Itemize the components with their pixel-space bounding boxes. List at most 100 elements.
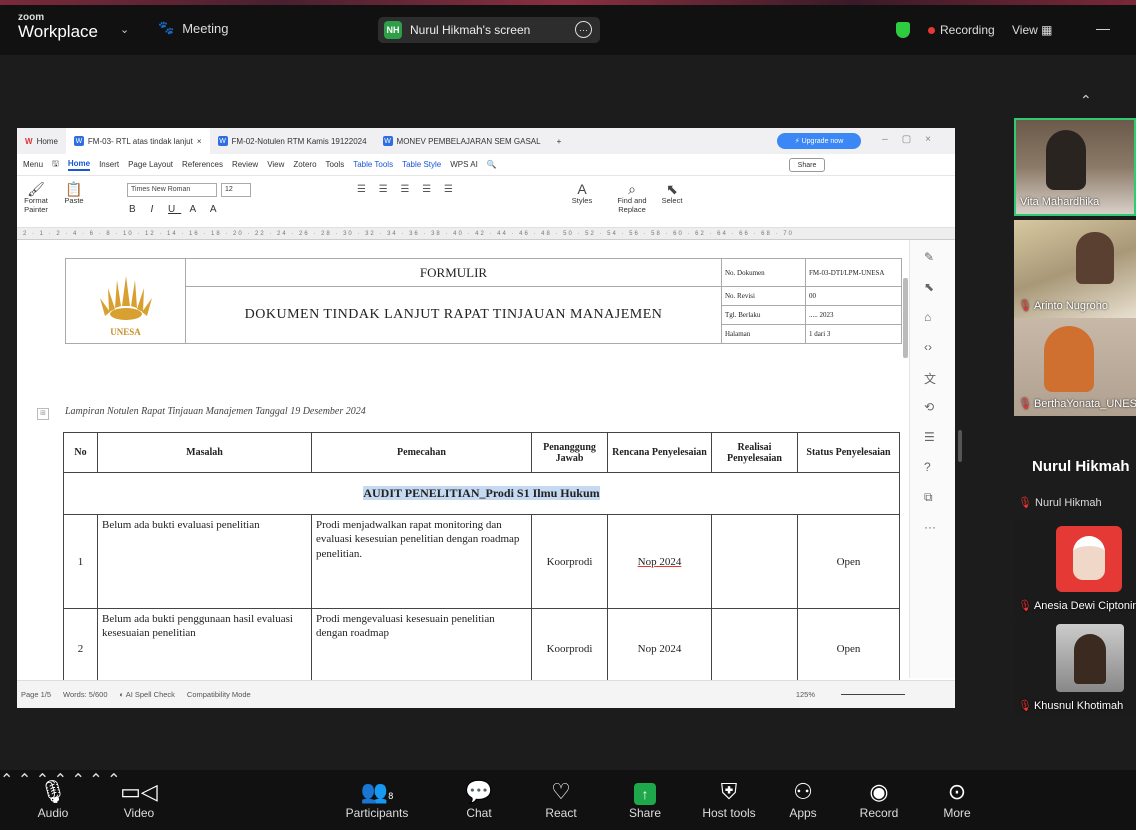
chevron-up-icon[interactable]: ⌃ [0,772,13,789]
close-icon[interactable]: × [197,137,202,146]
search-icon[interactable]: 🔍 [487,160,497,169]
menu-item-insert[interactable]: Insert [99,160,119,169]
participant-name-text: Arinto Nugroho [1033,300,1108,312]
translate-icon[interactable]: 文 [924,370,936,387]
zoom-window: zoom Workplace ⌄ 🐾 Meeting NH Nurul Hikm… [0,0,1136,830]
more-icon[interactable]: ··· [575,21,592,38]
menu-item-view[interactable]: View [267,160,284,169]
minimize-icon[interactable]: — [1096,20,1110,36]
zoom-level[interactable]: 125% [796,690,815,699]
tab-doc-1[interactable]: W FM-03- RTL atas tindak lanjut × [65,128,210,154]
window-controls[interactable]: –▢× [882,134,945,145]
chat-label: Chat [466,806,492,820]
spell-check-toggle[interactable]: ◐ AI Spell Check [120,690,175,699]
menu-item-tools[interactable]: Tools [326,160,345,169]
menu-item-review[interactable]: Review [232,160,258,169]
participant-name: Vita Mahardhika [1020,196,1099,208]
document-page[interactable]: UNESA FORMULIR No. Dokumen FM-03-DTI/LPM… [17,240,907,689]
video-icon: ▭◁ [120,779,158,804]
row-realisasi [711,514,798,609]
share-title: Nurul Hikmah's screen [410,23,531,37]
menu-item-zotero[interactable]: Zotero [293,160,316,169]
document-title: DOKUMEN TINDAK LANJUT RAPAT TINJAUAN MAN… [185,286,722,344]
record-dot-icon [928,26,935,34]
menu-item-table-style[interactable]: Table Style [402,160,441,169]
header-cell: Masalah [97,432,312,473]
participant-tile[interactable]: 🎙 Arinto Nugroho [1014,220,1136,318]
chevron-up-icon[interactable]: ⌃ [89,772,102,789]
select-button[interactable]: ⬉ Select [657,182,687,205]
host-tools-button[interactable]: ⛨ Host tools [694,778,764,820]
font-size-select[interactable]: 12 [221,183,251,197]
help-icon[interactable]: ? [924,460,931,474]
paste-button[interactable]: 📋 Paste [59,182,89,205]
participants-button[interactable]: 👥8 Participants [340,778,414,820]
participant-video [1046,130,1086,190]
more-button[interactable]: ⊙ More [922,778,992,820]
paragraph-buttons[interactable]: ☰ ☰ ☰ ☰ ☰ [357,184,547,196]
find-replace-button[interactable]: ⌕ Find and Replace [615,182,649,214]
video-button[interactable]: ▭◁ Video [104,778,174,820]
participant-tile[interactable]: 🎙 Anesia Dewi Ciptonin [1014,520,1136,618]
tab-home[interactable]: W Home [17,128,66,154]
chevron-down-icon[interactable]: ⌄ [120,23,129,36]
font-name-select[interactable]: Times New Roman [127,183,217,197]
zoom-header: zoom Workplace ⌄ 🐾 Meeting NH Nurul Hikm… [0,5,1136,55]
upgrade-button[interactable]: ⚡ Upgrade now [777,133,861,149]
chevron-up-icon[interactable]: ⌃ [1080,92,1092,109]
apps-button[interactable]: ⚇ Apps [768,778,838,820]
audio-button[interactable]: 🎙 Audio [18,778,88,820]
tab-doc-2[interactable]: W FM-02-Notulen RTM Kamis 19122024 [210,128,375,154]
menu-item-wps-ai[interactable]: WPS AI [450,160,478,169]
table-handle-icon[interactable]: ⊞ [37,408,49,420]
row-pj: Koorprodi [531,608,608,689]
view-button[interactable]: View ▦ [1012,23,1052,37]
meeting-button[interactable]: 🐾 Meeting [158,20,228,36]
share-button[interactable]: ↑ Share [610,778,680,820]
audio-label: Audio [37,806,69,820]
layout-icon[interactable]: ☰ [924,430,935,444]
chat-button[interactable]: 💬 Chat [444,778,514,820]
mic-muted-icon: 🎙 [1018,600,1032,612]
menu-item-references[interactable]: References [182,160,223,169]
clipboard-icon: 📋 [65,181,83,197]
menu-item-page-layout[interactable]: Page Layout [128,160,173,169]
new-tab-button[interactable]: + [549,128,570,154]
bookmark-icon[interactable]: ⌂ [924,310,931,324]
row-masalah: Belum ada bukti penggunaan hasil evaluas… [97,608,312,689]
panel-resize-handle[interactable] [958,430,962,462]
styles-button[interactable]: A Styles [567,182,597,205]
section-title: AUDIT PENELITIAN_Prodi S1 Ilmu Hukum [363,486,600,500]
menu-item-menu[interactable]: Menu [23,160,43,169]
participant-tile[interactable]: Vita Mahardhika [1014,118,1136,216]
logo-text: UNESA [110,326,141,337]
react-button[interactable]: ♡ React [526,778,596,820]
participant-tile[interactable]: 🎙 Khusnul Khotimah [1014,620,1136,718]
participant-video [1076,232,1114,284]
participant-tile[interactable]: 🎙 BerthaYonata_UNESA [1014,318,1136,416]
code-icon[interactable]: ‹› [924,340,932,354]
vertical-scrollbar[interactable] [903,278,908,358]
screen-share-pill[interactable]: NH Nurul Hikmah's screen ··· [378,17,600,43]
menu-item-table-tools[interactable]: Table Tools [353,160,393,169]
record-button[interactable]: ◉ Record [844,778,914,820]
more-icon[interactable]: ··· [924,520,936,534]
search-icon: ⌕ [628,181,636,197]
tab-doc-3[interactable]: W MONEV PEMBELAJARAN SEM GASAL [375,128,549,154]
text-format-buttons[interactable]: B I U A A [129,204,319,216]
shield-icon[interactable] [896,22,910,38]
recording-indicator[interactable]: Recording [928,23,995,37]
history-icon[interactable]: ⟲ [924,400,934,414]
table-row: 1 Belum ada bukti evaluasi penelitian Pr… [63,514,900,609]
zoom-slider[interactable] [841,694,905,695]
pointer-icon[interactable]: ⬉ [924,280,934,294]
video-label: Video [123,806,155,820]
save-icon[interactable]: 🖫 [52,158,59,172]
format-painter-button[interactable]: 🖌 Format Painter [21,182,51,214]
copy-icon[interactable]: ⧉ [924,490,933,505]
menu-item-home[interactable]: Home [67,159,91,171]
pen-icon[interactable]: ✎ [924,250,934,264]
share-button[interactable]: Share [789,158,825,172]
participant-video [1044,326,1094,392]
tab-doc-3-label: MONEV PEMBELAJARAN SEM GASAL [396,136,541,146]
